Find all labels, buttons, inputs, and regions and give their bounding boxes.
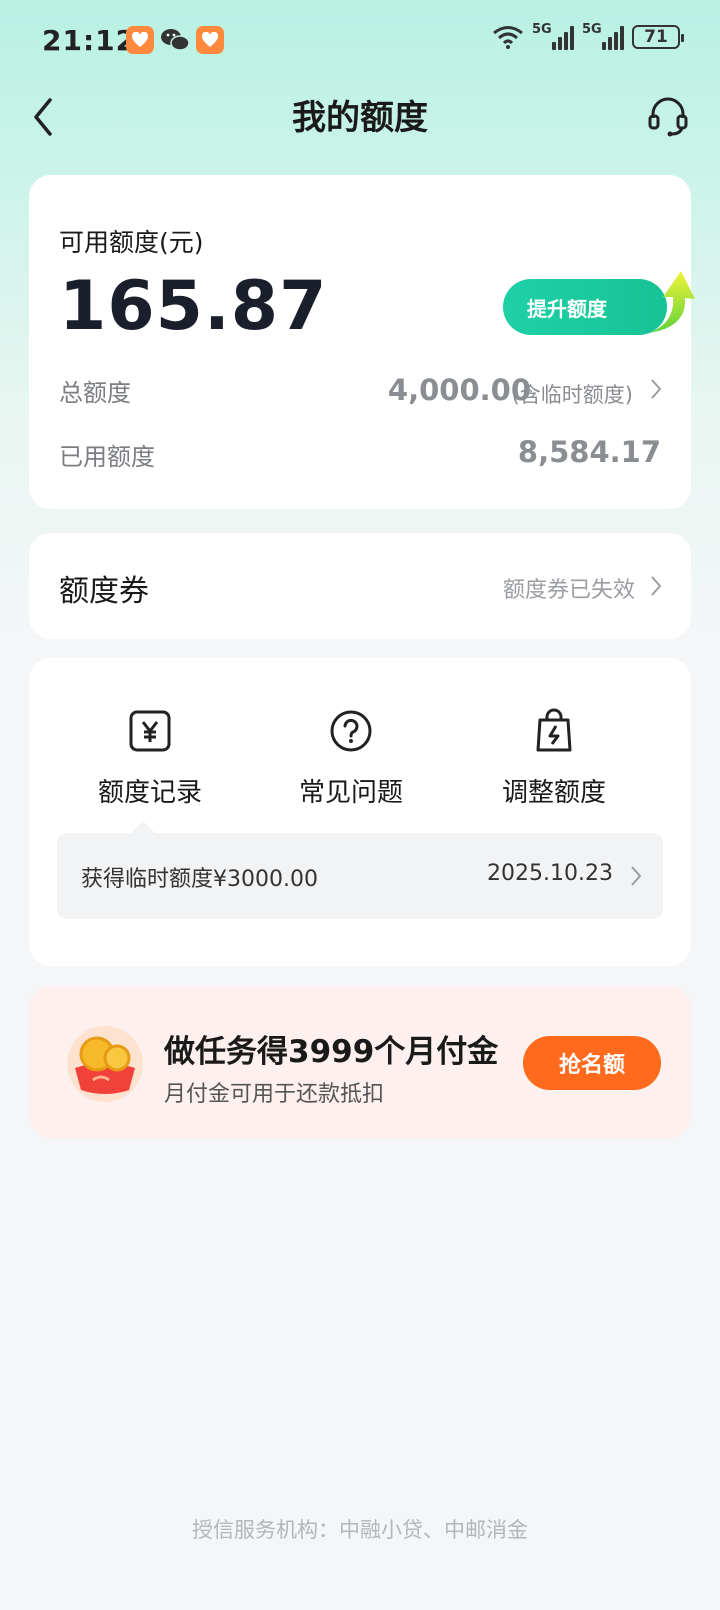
yuan-receipt-icon: [129, 710, 171, 752]
shortcut-adjust-quota[interactable]: 调整额度: [454, 706, 654, 809]
coupon-status: 额度券已失效: [502, 578, 635, 603]
available-quota-label: 可用额度(元): [59, 228, 204, 257]
notification-icons: [126, 26, 224, 54]
shortcut-label: 常见问题: [298, 778, 403, 808]
latest-record-row[interactable]: 获得临时额度¥3000.00 2025.10.23: [57, 821, 663, 919]
quota-coupon-row[interactable]: 额度券 额度券已失效: [29, 533, 691, 639]
record-description: 获得临时额度¥3000.00: [81, 867, 318, 892]
shortcut-label: 额度记录: [97, 778, 202, 808]
shortcuts-card: 额度记录 常见问题 调整额度 获得临时额度¥3000.00 2025.10.23: [29, 658, 691, 966]
used-quota-value: 8,584.17: [517, 435, 661, 469]
bag-lightning-icon: [536, 708, 572, 752]
shortcut-quota-record[interactable]: 额度记录: [50, 706, 250, 809]
coupon-title: 额度券: [59, 574, 149, 609]
available-quota-amount: 165.87: [59, 267, 328, 346]
app-notification-icon: [196, 26, 224, 54]
status-bar: 21:12 5G 5G 71: [0, 0, 720, 84]
customer-service-icon[interactable]: [646, 94, 690, 138]
shortcut-label: 调整额度: [501, 778, 606, 808]
total-quota-note[interactable]: (含临时额度): [512, 379, 633, 409]
status-time: 21:12: [42, 24, 137, 57]
chevron-right-icon[interactable]: [649, 377, 663, 401]
record-date: 2025.10.23: [487, 861, 613, 886]
footer-institutions: 授信服务机构：中融小贷、中邮消金: [192, 1518, 528, 1542]
system-icons: 5G 5G 71: [492, 22, 684, 50]
chevron-right-icon[interactable]: [629, 864, 643, 888]
question-circle-icon: [330, 710, 372, 752]
wechat-icon: [161, 29, 190, 51]
promo-title: 做任务得3999个月付金: [164, 1034, 499, 1070]
signal-icon: 5G: [582, 22, 624, 50]
used-quota-label: 已用额度: [59, 443, 155, 471]
coin-icon: [67, 1026, 143, 1102]
wifi-icon: [493, 26, 523, 49]
promo-banner[interactable]: 做任务得3999个月付金 月付金可用于还款抵扣 抢名额: [29, 986, 691, 1138]
chevron-right-icon[interactable]: [649, 574, 663, 598]
app-notification-icon: [126, 26, 154, 54]
arrow-up-icon: [649, 271, 695, 333]
quota-card: 可用额度(元) 165.87 提升额度 总额度 4,000.00 (含临时额度)…: [29, 175, 695, 509]
total-quota-value[interactable]: 4,000.00: [388, 373, 531, 407]
battery-icon: 71: [632, 25, 684, 49]
shortcut-faq[interactable]: 常见问题: [251, 706, 451, 809]
grab-slot-button[interactable]: 抢名额: [523, 1036, 661, 1090]
total-quota-label: 总额度: [59, 379, 131, 407]
signal-icon: 5G: [532, 22, 574, 50]
promo-subtitle: 月付金可用于还款抵扣: [164, 1082, 385, 1107]
page-title: 我的额度: [292, 98, 428, 138]
nav-bar: 我的额度: [0, 84, 720, 156]
